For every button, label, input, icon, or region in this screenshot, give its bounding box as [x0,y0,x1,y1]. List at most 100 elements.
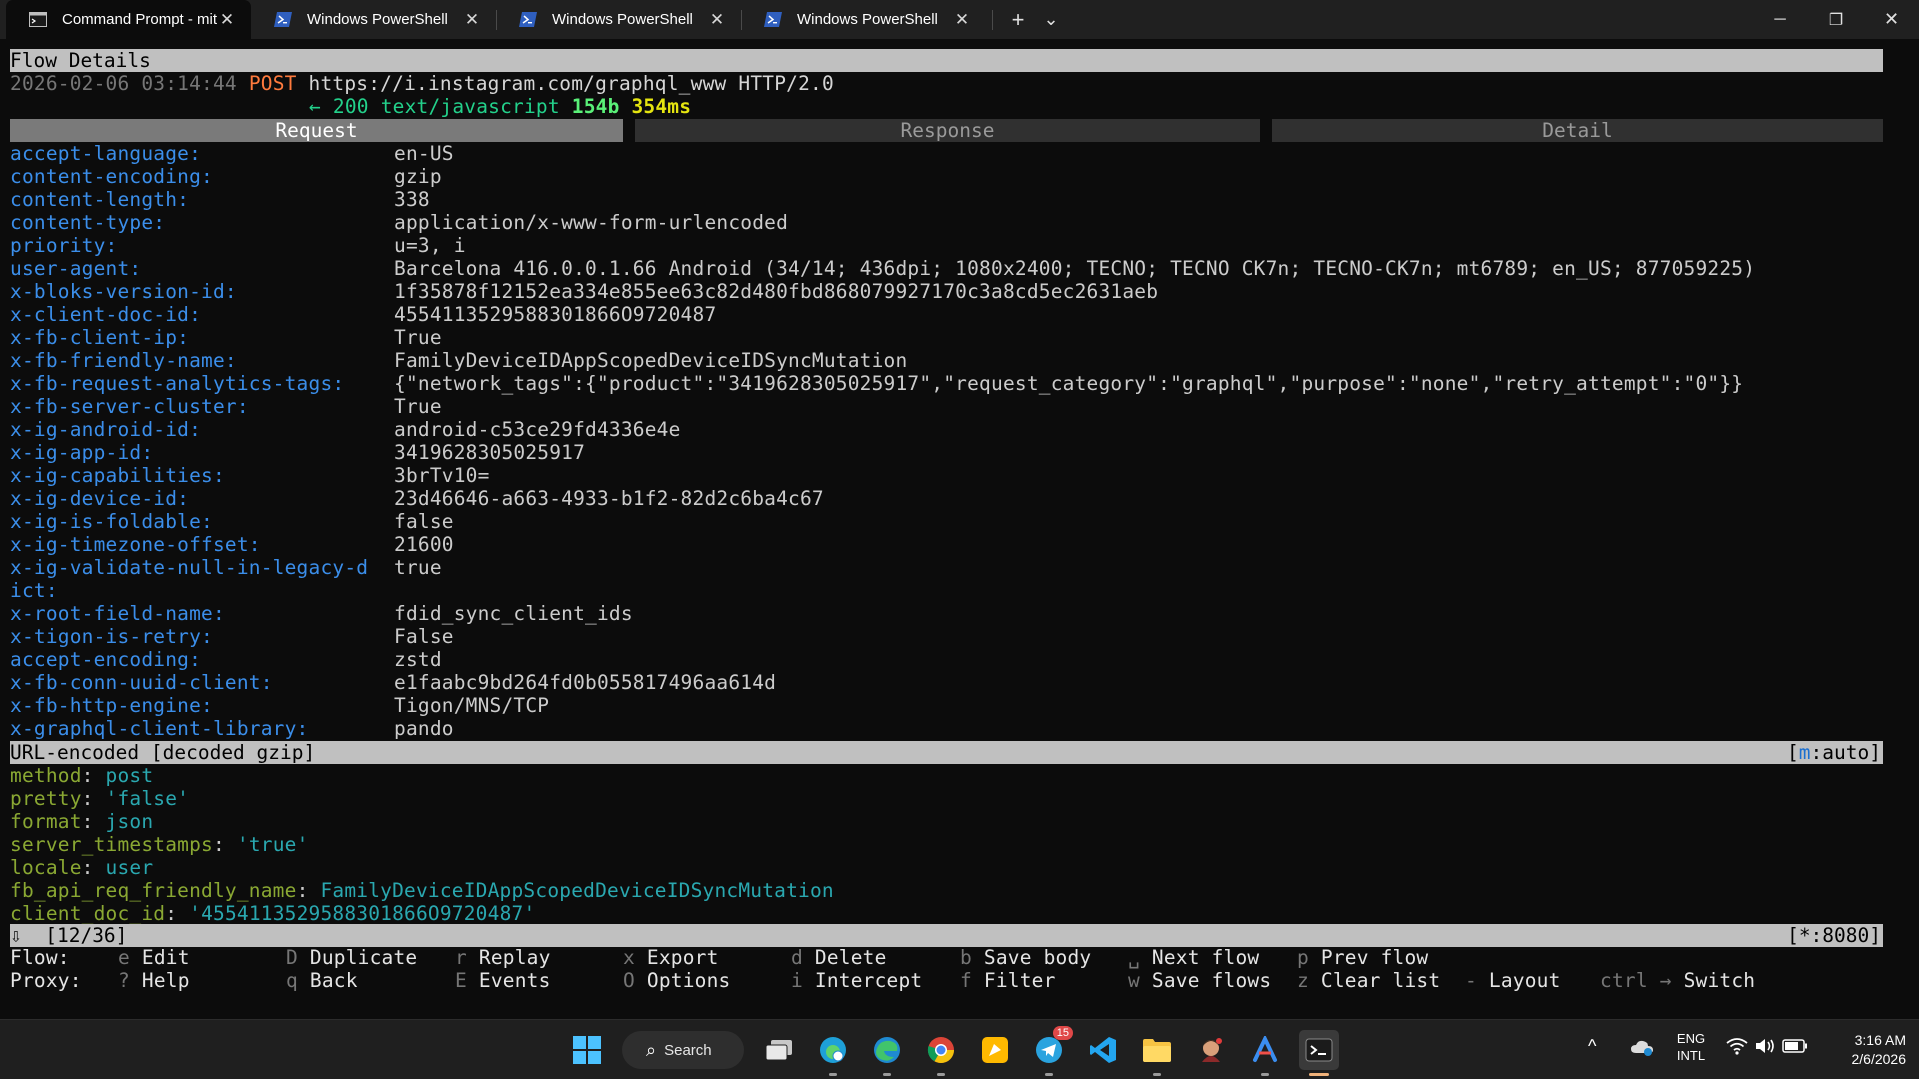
tab-detail[interactable]: Detail [1272,119,1883,142]
language-indicator[interactable]: ENG INTL [1671,1030,1711,1064]
edge-browser-icon[interactable] [867,1030,907,1076]
keybind-hint[interactable]: O Options [623,969,731,992]
new-tab-button[interactable]: + [1000,0,1036,39]
view-mode-bracket: [ [1787,741,1799,764]
tab-close-icon[interactable]: ✕ [707,10,727,30]
tab-label: Windows PowerShell [307,11,448,28]
keybind-key: ? [118,969,130,992]
tab-close-icon[interactable]: ✕ [952,10,972,30]
edge-profile-icon[interactable] [813,1030,853,1076]
keybind-hint[interactable]: ctrl → Switch [1600,969,1755,992]
form-field-row[interactable]: pretty: 'false' [10,787,189,810]
header-value: android-c53ce29fd4336e4e [394,418,681,441]
form-field-row[interactable]: fb_api_req_friendly_name: FamilyDeviceID… [10,879,834,902]
tab-powershell-2[interactable]: Windows PowerShell ✕ [496,0,741,39]
windows-logo-icon [573,1036,601,1064]
form-field-value: 'true' [236,833,309,856]
keybind-hint[interactable]: p Prev flow [1297,946,1428,969]
keybind-hint[interactable]: - Layout [1465,969,1561,992]
arc-app-icon[interactable] [1245,1030,1285,1076]
header-name: x-fb-conn-uuid-client: [10,671,273,694]
keybind-hint[interactable]: ? Help [118,969,190,992]
header-value: False [394,625,454,648]
language-code: ENG [1676,1031,1706,1046]
volume-icon[interactable] [1754,1037,1776,1058]
sticky-app-icon[interactable] [975,1030,1015,1070]
keybind-hint[interactable]: b Save body [960,946,1091,969]
tab-request[interactable]: Request [10,119,623,142]
keybind-hint[interactable]: r Replay [455,946,551,969]
keybind-command: Clear list [1320,969,1441,992]
flow-response-line: ← 200 text/javascript 154b 354ms [309,95,691,118]
header-name: x-tigon-is-retry: [10,625,213,648]
keybind-command: Prev flow [1320,946,1429,969]
form-field-row[interactable]: locale: user [10,856,153,879]
game-app-icon[interactable] [1191,1030,1231,1070]
keybind-hint[interactable]: f Filter [960,969,1056,992]
vscode-icon[interactable] [1083,1030,1123,1070]
header-name: x-ig-app-id: [10,441,154,464]
taskbar-search-box[interactable]: ⌕ Search [622,1031,744,1069]
tab-response[interactable]: Response [635,119,1260,142]
tab-command-prompt[interactable]: Command Prompt - mitmpro: ✕ [6,0,251,39]
header-value: e1faabc9bd264fd0b055817496aa614d [394,671,777,694]
onedrive-icon[interactable] [1630,1037,1654,1060]
header-name: x-fb-http-engine: [10,694,213,717]
keybind-spacer [1140,946,1152,969]
keybind-hint[interactable]: d Delete [791,946,887,969]
response-size: 154b [571,95,620,118]
minimize-button[interactable]: ─ [1752,0,1808,39]
chrome-icon[interactable] [921,1030,961,1076]
keybind-spacer [972,946,984,969]
running-indicator [1261,1073,1269,1076]
wifi-icon[interactable] [1726,1037,1748,1058]
close-window-button[interactable]: ✕ [1864,0,1919,39]
form-field-row[interactable]: server_timestamps: 'true' [10,833,309,856]
file-explorer-icon[interactable] [1137,1030,1177,1076]
response-arrow: ← [309,95,321,118]
keybind-hint[interactable]: z Clear list [1297,969,1440,992]
tab-powershell-1[interactable]: Windows PowerShell ✕ [251,0,496,39]
task-view-icon[interactable] [759,1030,799,1070]
header-value: 23d46646-a663-4933-b1f2-82d2c6ba4c67 [394,487,824,510]
battery-icon[interactable] [1782,1039,1808,1056]
tab-close-icon[interactable]: ✕ [462,10,482,30]
keybind-hint[interactable]: e Edit [118,946,190,969]
keybind-command: Duplicate [309,946,418,969]
header-name: x-ig-android-id: [10,418,202,441]
header-name: x-graphql-client-library: [10,717,309,740]
view-mode-toggle[interactable]: [m:auto] [1787,741,1881,764]
restore-button[interactable]: ❐ [1808,0,1864,39]
keybind-hint[interactable]: ␣ Next flow [1128,946,1259,969]
start-button[interactable] [567,1030,607,1070]
scroll-down-icon: ⇩ [10,924,22,947]
terminal-content[interactable]: Flow Details 2026-02-06 03:14:44 POST ht… [0,39,1919,1019]
flow-request-line: 2026-02-06 03:14:44 POST https://i.insta… [10,72,834,95]
tab-powershell-3[interactable]: Windows PowerShell ✕ [741,0,986,39]
keybind-key: r [455,946,467,969]
body-view-bar: URL-encoded [decoded gzip] [m:auto] [10,741,1883,764]
keybind-key: E [455,969,467,992]
form-field-key: pretty [10,787,82,810]
running-indicator [1045,1073,1053,1076]
tab-dropdown-button[interactable]: ⌄ [1036,0,1066,39]
form-field-key: method [10,764,82,787]
keybind-hint[interactable]: E Events [455,969,551,992]
keybind-hint[interactable]: q Back [286,969,358,992]
keybind-hint[interactable]: i Intercept [791,969,922,992]
clock[interactable]: 3:16 AM 2/6/2026 [1830,1031,1907,1069]
form-field-row[interactable]: method: post [10,764,153,787]
header-value: 3brTv10= [394,464,490,487]
keybind-hint[interactable]: x Export [623,946,719,969]
show-hidden-icons-chevron-icon[interactable]: ^ [1588,1036,1596,1057]
tab-close-icon[interactable]: ✕ [217,10,237,30]
header-value: Barcelona 416.0.0.1.66 Android (34/14; 4… [394,257,1756,280]
keybind-hint[interactable]: w Save flows [1128,969,1271,992]
form-field-row[interactable]: client_doc_id: '4554113529588301866O9720… [10,902,535,925]
telegram-icon[interactable]: 15 [1029,1026,1073,1076]
powershell-icon [273,12,293,28]
keybind-key: z [1297,969,1309,992]
windows-terminal-icon[interactable] [1299,1030,1339,1076]
form-field-row[interactable]: format: json [10,810,153,833]
keybind-hint[interactable]: D Duplicate [286,946,417,969]
